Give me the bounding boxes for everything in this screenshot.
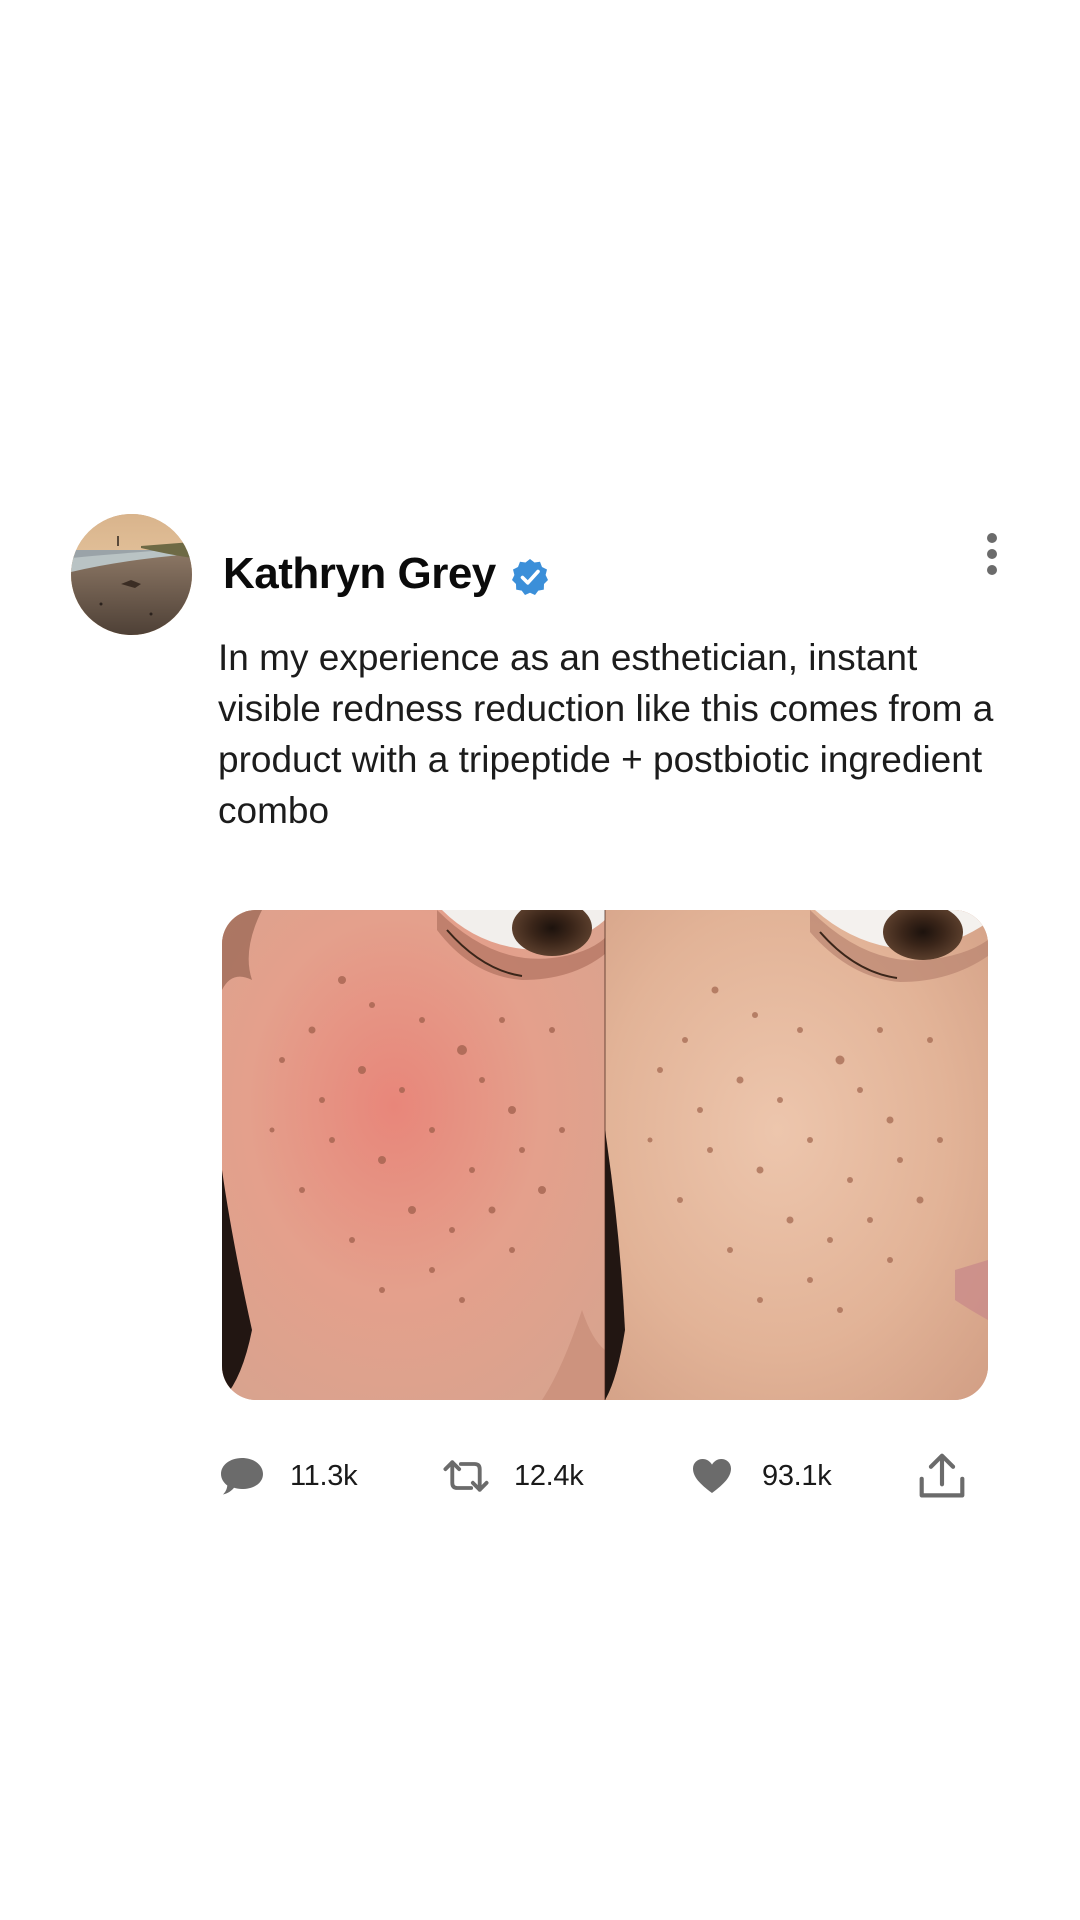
- after-skin-photo: [605, 910, 988, 1400]
- repost-arrows-icon: [442, 1452, 490, 1500]
- repost-button[interactable]: 12.4k: [442, 1448, 584, 1504]
- avatar[interactable]: [71, 514, 192, 635]
- avatar-beach-photo: [71, 514, 192, 635]
- before-skin-photo: [222, 910, 605, 1400]
- post-text: In my experience as an esthetician, inst…: [218, 637, 994, 831]
- media-after-panel: [605, 910, 988, 1400]
- heart-icon: [688, 1452, 736, 1500]
- post-media[interactable]: [222, 910, 988, 1400]
- more-options-button[interactable]: [972, 528, 1012, 580]
- like-count: 93.1k: [762, 1459, 832, 1492]
- share-upload-icon: [918, 1452, 966, 1500]
- comment-bubble-icon: [218, 1452, 266, 1500]
- media-before-panel: [222, 910, 605, 1400]
- reply-button[interactable]: 11.3k: [218, 1448, 358, 1504]
- post-actions: 11.3k 12.4k 93.1k: [218, 1448, 998, 1504]
- tweet-card[interactable]: Kathryn Grey In my experience as an esth…: [0, 0, 1080, 1920]
- verified-badge-icon: [511, 559, 548, 595]
- more-vertical-icon: [987, 533, 997, 575]
- media-divider: [604, 910, 606, 1400]
- post-header: Kathryn Grey: [223, 548, 550, 600]
- like-button[interactable]: 93.1k: [688, 1448, 832, 1504]
- repost-count: 12.4k: [514, 1459, 584, 1492]
- reply-count: 11.3k: [290, 1459, 358, 1492]
- share-button[interactable]: [918, 1448, 966, 1504]
- author-name[interactable]: Kathryn Grey: [223, 549, 496, 599]
